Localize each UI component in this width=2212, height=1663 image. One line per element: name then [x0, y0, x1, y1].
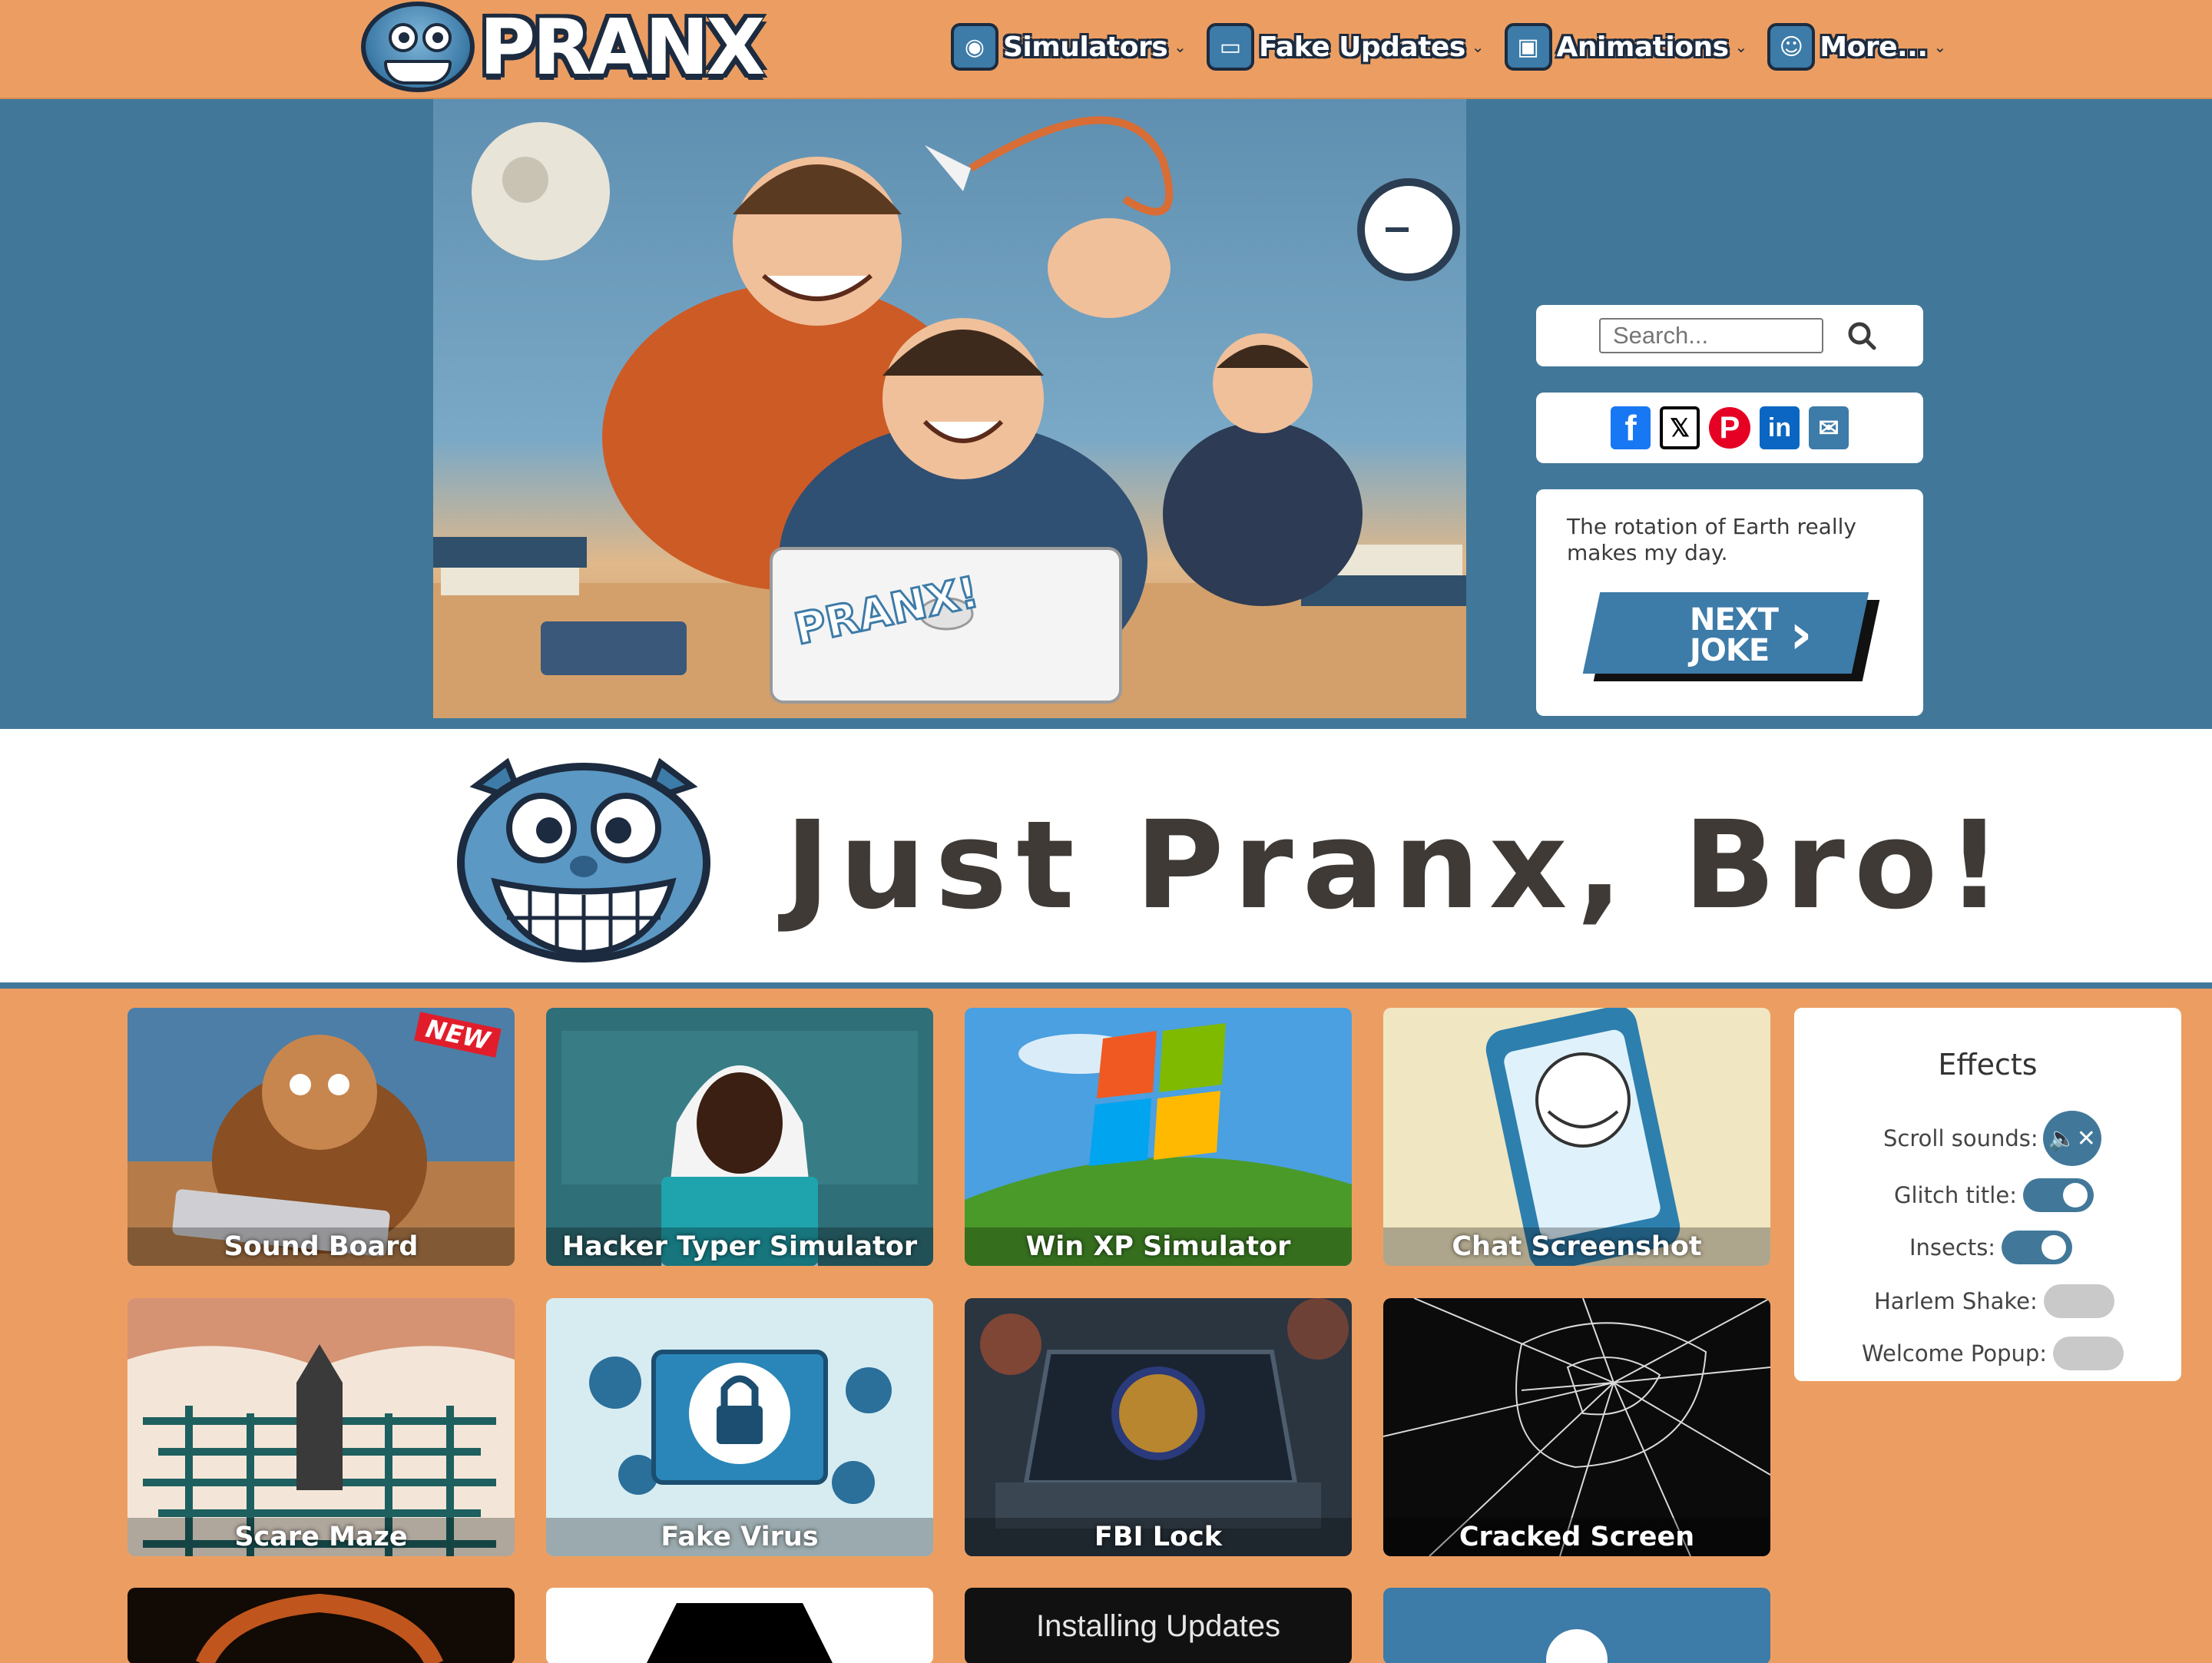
effect-harlem-shake: Harlem Shake: — [1874, 1284, 2114, 1318]
hero-section: PRANX! f 𝕏 P in ✉ The rotation of Earth … — [0, 99, 2212, 729]
nav-label: Animations — [1556, 31, 1729, 63]
mute-icon[interactable]: 🔈✕ — [2042, 1111, 2101, 1166]
site-header: PRANX ◉ Simulators ⌄ ▭ Fake Updates ⌄ ▣ … — [0, 0, 2212, 99]
card-image — [127, 1588, 515, 1663]
chevron-down-icon: ⌄ — [1933, 38, 1947, 56]
search-input[interactable] — [1599, 318, 1823, 353]
nav-animations[interactable]: ▣ Animations ⌄ — [1504, 23, 1748, 71]
insects-toggle[interactable] — [2002, 1231, 2073, 1264]
chevron-right-icon: › — [1790, 601, 1813, 666]
card-title: Win XP Simulator — [965, 1227, 1352, 1266]
card-title: Scare Maze — [127, 1518, 515, 1556]
chevron-down-icon: ⌄ — [1471, 38, 1485, 56]
page-title: Just Pranx, Bro! — [785, 795, 2012, 936]
facebook-icon[interactable]: f — [1611, 406, 1651, 449]
title-band: Just Pranx, Bro! — [0, 729, 2212, 989]
card-title: FBI Lock — [965, 1518, 1352, 1556]
effects-title: Effects — [1938, 1048, 2038, 1082]
effect-label: Glitch title: — [1894, 1182, 2017, 1208]
effect-welcome-popup: Welcome Popup: — [1862, 1337, 2124, 1370]
search-icon[interactable] — [1846, 320, 1877, 351]
troll-face-icon — [361, 2, 475, 92]
nav-more[interactable]: ☺ More... ⌄ — [1767, 23, 1946, 71]
x-icon[interactable]: 𝕏 — [1660, 406, 1700, 449]
main-nav: ◉ Simulators ⌄ ▭ Fake Updates ⌄ ▣ Animat… — [951, 23, 1966, 71]
chevron-down-icon: ⌄ — [1174, 38, 1187, 56]
nav-label: More... — [1820, 31, 1928, 63]
pinterest-icon[interactable]: P — [1709, 407, 1750, 449]
effects-panel: Effects Scroll sounds: 🔈✕ Glitch title: … — [1794, 1008, 2181, 1381]
next-joke-button[interactable]: NEXT JOKE › — [1582, 592, 1880, 681]
site-logo[interactable]: PRANX — [361, 0, 765, 94]
card-sound-board[interactable]: NEW Sound Board — [127, 1008, 515, 1266]
card-partial-4[interactable] — [1383, 1588, 1770, 1663]
linkedin-icon[interactable]: in — [1760, 406, 1800, 449]
card-partial-2[interactable] — [546, 1588, 933, 1663]
logo-text: PRANX — [479, 2, 765, 92]
joke-text: The rotation of Earth really makes my da… — [1567, 514, 1856, 565]
card-title: Cracked Screen — [1383, 1518, 1770, 1556]
effect-glitch-title: Glitch title: — [1894, 1178, 2094, 1212]
hero-illustration: PRANX! — [433, 99, 1466, 718]
effect-scroll-sounds: Scroll sounds: 🔈✕ — [1883, 1111, 2101, 1166]
effect-label: Insects: — [1909, 1234, 1996, 1261]
chevron-down-icon: ⌄ — [1734, 38, 1748, 56]
card-fake-virus[interactable]: Fake Virus — [546, 1298, 933, 1556]
card-title: Fake Virus — [546, 1518, 933, 1556]
nav-label: Simulators — [1003, 31, 1168, 63]
apple-icon — [1546, 1629, 1608, 1663]
card-title: Hacker Typer Simulator — [546, 1227, 933, 1266]
installing-updates-text: Installing Updates — [1036, 1609, 1280, 1643]
card-hacker-typer[interactable]: Hacker Typer Simulator — [546, 1008, 933, 1266]
card-image — [546, 1588, 933, 1663]
effect-label: Harlem Shake: — [1874, 1288, 2038, 1314]
card-partial-1[interactable] — [127, 1588, 515, 1663]
steering-wheel-icon: ◉ — [951, 23, 998, 71]
share-widget: f 𝕏 P in ✉ — [1536, 393, 1923, 463]
card-partial-installing-updates[interactable]: Installing Updates — [965, 1588, 1352, 1663]
glitch-title-toggle[interactable] — [2022, 1178, 2094, 1212]
nav-label: Fake Updates — [1258, 31, 1465, 63]
email-icon[interactable]: ✉ — [1809, 406, 1849, 449]
effect-label: Welcome Popup: — [1862, 1340, 2048, 1367]
effect-insects: Insects: — [1909, 1231, 2073, 1264]
card-title: Sound Board — [127, 1227, 515, 1266]
toggle-icon: ▭ — [1206, 23, 1254, 71]
search-widget — [1536, 305, 1923, 366]
welcome-popup-toggle[interactable] — [2053, 1337, 2124, 1370]
card-win-xp-simulator[interactable]: Win XP Simulator — [965, 1008, 1352, 1266]
troll-face-icon — [457, 757, 710, 962]
joke-widget: The rotation of Earth really makes my da… — [1536, 489, 1923, 716]
nav-fake-updates[interactable]: ▭ Fake Updates ⌄ — [1206, 23, 1485, 71]
harlem-shake-toggle[interactable] — [2043, 1284, 2114, 1318]
card-chat-screenshot[interactable]: Chat Screenshot — [1383, 1008, 1770, 1266]
robot-icon: ☺ — [1767, 23, 1816, 71]
card-scare-maze[interactable]: Scare Maze — [127, 1298, 515, 1556]
card-title: Chat Screenshot — [1383, 1227, 1770, 1266]
nav-simulators[interactable]: ◉ Simulators ⌄ — [951, 23, 1187, 71]
next-joke-label: NEXT JOKE — [1690, 602, 1779, 668]
tv-icon: ▣ — [1504, 23, 1552, 71]
card-cracked-screen[interactable]: Cracked Screen — [1383, 1298, 1770, 1556]
card-fbi-lock[interactable]: FBI Lock — [965, 1298, 1352, 1556]
effect-label: Scroll sounds: — [1883, 1125, 2038, 1151]
